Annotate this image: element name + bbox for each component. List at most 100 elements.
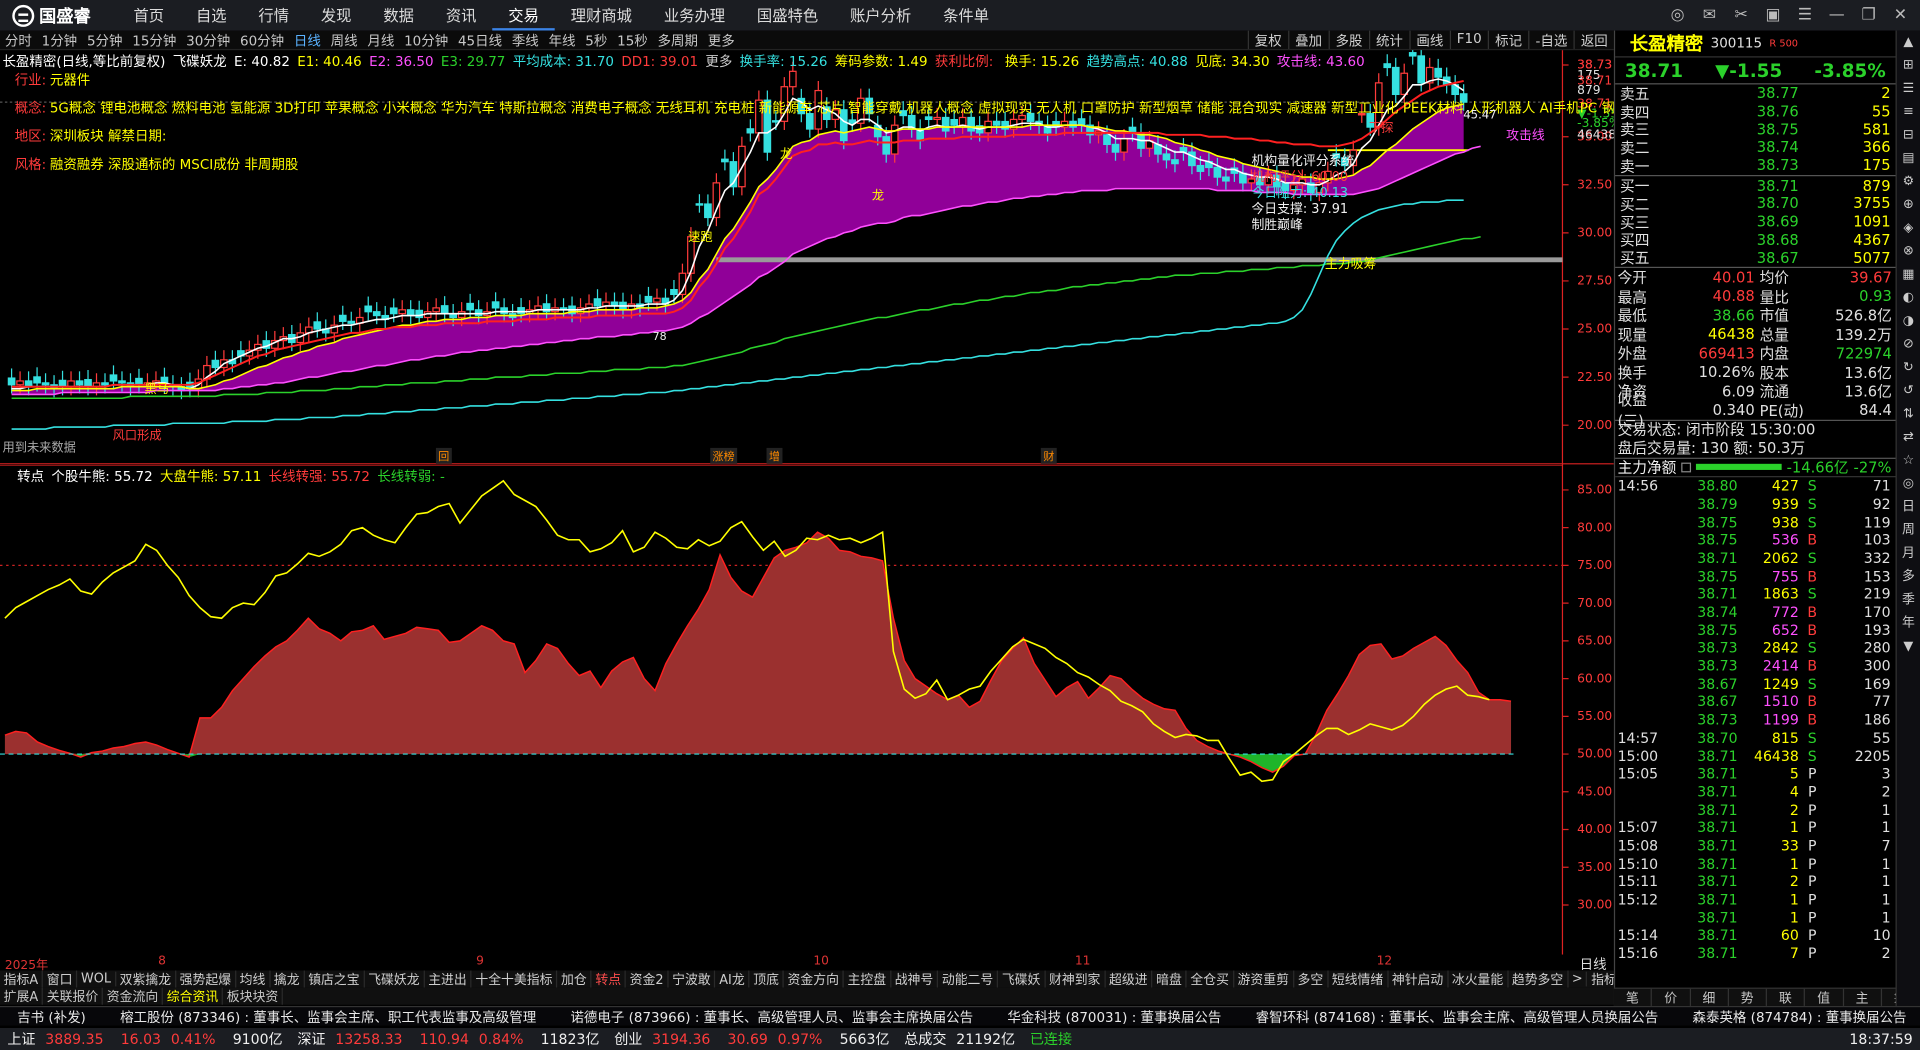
index-group[interactable]: 深证 13258.33 110.94 0.84% 11823亿 [290,1029,607,1049]
side-tool-icon[interactable]: ⊘ [1903,333,1914,356]
indicator-tab[interactable]: 游资重剪 [1234,970,1294,988]
side-tool-icon[interactable]: 日 [1902,496,1915,519]
indicator-tab[interactable]: 全仓买 [1187,970,1234,988]
indicator-tab[interactable]: 转点 [592,970,626,988]
chart-tool-button[interactable]: 标记 [1487,30,1528,49]
period-item[interactable]: 月线 [362,31,399,49]
indicator-tab[interactable]: 窗口 [43,970,78,988]
indicator-tab[interactable]: 冰火量能 [1448,970,1509,988]
app-logo[interactable]: 国盛睿 [0,3,118,27]
period-item[interactable]: 更多 [703,31,740,49]
side-tool-icon[interactable]: ▼ [1903,635,1913,658]
period-item[interactable]: 1分钟 [37,31,82,49]
indicator-tab[interactable]: 战神号 [891,970,939,988]
indicator-tab[interactable]: 多空 [1294,970,1329,988]
index-group[interactable]: 创业 3194.36 30.69 0.97% 5663亿 [607,1029,897,1049]
tick-row[interactable]: 15:08 38.71 33 P 7 [1615,837,1895,855]
order-row-buy[interactable]: 买四 38.68 4367 [1615,231,1895,249]
side-tool-icon[interactable]: ▦ [1902,263,1914,286]
tick-row[interactable]: 38.71 4 P 2 [1615,783,1895,801]
indicator-tab[interactable]: 强势起爆 [176,970,236,988]
tick-row[interactable]: 38.73 2414 B 300 [1615,657,1895,675]
tick-row[interactable]: 15:16 38.71 7 P 2 [1615,944,1895,962]
side-tool-icon[interactable]: ⇅ [1903,403,1914,426]
side-tool-icon[interactable]: 周 [1902,519,1915,542]
indicator-tab[interactable]: 短线情绪 [1328,970,1389,988]
nav-item[interactable]: 发现 [305,0,367,31]
nav-item[interactable]: 国盛特色 [741,0,834,31]
indicator-tab[interactable]: 顶底 [750,970,784,988]
period-item[interactable]: 季线 [507,31,544,49]
tick-row[interactable]: 14:57 38.70 815 S 55 [1615,729,1895,747]
indicator-tab[interactable]: 擒龙 [270,970,305,988]
side-tool-icon[interactable]: ↻ [1903,356,1914,379]
side-tool-icon[interactable]: ◎ [1903,472,1914,495]
indicator-tab[interactable]: 十全十美指标 [472,970,558,988]
period-item[interactable]: 5分钟 [82,31,127,49]
mail-icon[interactable]: ✉ [1700,6,1720,24]
nav-item[interactable]: 行情 [242,0,304,31]
period-item[interactable]: 多周期 [653,31,703,49]
period-item[interactable]: 15分钟 [127,31,181,49]
close-icon[interactable]: ✕ [1891,6,1911,24]
tick-row[interactable]: 38.75 938 S 119 [1615,513,1895,531]
quote-tab[interactable]: 势 [1729,988,1767,1006]
indicator-tab[interactable]: 资金方向 [784,970,844,988]
tick-row[interactable]: 15:10 38.71 1 P 1 [1615,855,1895,873]
chart-tool-button[interactable]: 复权 [1247,30,1287,49]
indicator-tab[interactable]: WOL [77,971,116,987]
tick-row[interactable]: 38.75 652 B 193 [1615,621,1895,639]
side-tool-icon[interactable]: 月 [1902,542,1915,565]
indicator-tab[interactable]: 飞碟妖 [998,970,1046,988]
tick-row[interactable]: 15:11 38.71 2 P 1 [1615,873,1895,891]
tick-row[interactable]: 38.74 772 B 170 [1615,603,1895,621]
order-row-sell[interactable]: 卖三 38.75 581 [1615,120,1895,139]
extension-tab[interactable]: 扩展A [0,987,44,1005]
extension-tab[interactable]: 资金流向 [103,987,164,1005]
indicator-tab[interactable]: 动能二号 [938,970,999,988]
event-marker[interactable]: 涨榜 [710,447,738,464]
indicator-tab[interactable]: 趋势多空 [1508,970,1569,988]
order-row-sell[interactable]: 卖二 38.74 366 [1615,138,1895,157]
side-tool-icon[interactable]: ☰ [1903,77,1915,100]
quote-tab[interactable]: 价 [1652,988,1691,1006]
tick-row[interactable]: 38.71 2062 S 332 [1615,549,1895,567]
tick-row[interactable]: 15:14 38.71 60 P 10 [1615,926,1895,944]
tick-row[interactable]: 38.71 1863 S 219 [1615,585,1895,603]
period-item[interactable]: 周线 [326,31,363,49]
chart-tool-button[interactable]: -自选 [1528,30,1573,49]
side-tool-icon[interactable]: ≡ [1903,100,1914,123]
indicator-tab[interactable]: 宁波敢 [668,970,716,988]
menu-icon[interactable]: ☰ [1795,6,1815,24]
chart-tool-button[interactable]: 统计 [1368,30,1409,49]
indicator-tab[interactable]: 主控盘 [844,970,892,988]
minimize-icon[interactable]: — [1827,6,1847,24]
indicator-tab[interactable]: 暗盘 [1152,970,1187,988]
quote-tab[interactable]: 值 [1805,988,1844,1006]
period-item[interactable]: 15秒 [612,31,652,49]
tick-row[interactable]: 38.73 2842 S 280 [1615,639,1895,657]
nav-item[interactable]: 条件单 [927,0,1005,31]
event-marker[interactable]: 财 [1040,447,1057,464]
indicator-svg[interactable]: 85.00 80.00 75.00 70.00 65.00 60.00 55.00 50.00… [0,464,1614,955]
indicator-tab[interactable]: > [1568,971,1588,987]
tick-row[interactable]: 38.71 1 P 1 [1615,909,1895,927]
chat-icon[interactable]: ◎ [1668,6,1688,24]
news-item[interactable]: 榕工股份 (873346) : 董事长、监事会主席、职工代表监事及高级管理 [103,1007,553,1025]
quote-tab[interactable]: 主 [1843,988,1882,1006]
side-tool-icon[interactable]: ⊟ [1903,124,1914,147]
order-row-sell[interactable]: 卖五 38.77 2 [1615,84,1895,103]
quote-tab[interactable]: 联 [1767,988,1806,1006]
order-row-buy[interactable]: 买五 38.67 5077 [1615,249,1895,267]
nav-item[interactable]: 首页 [118,0,180,31]
tick-row[interactable]: 38.75 536 B 103 [1615,531,1895,549]
side-tool-icon[interactable]: ◑ [1903,310,1914,333]
chart-tool-button[interactable]: 画线 [1409,30,1449,49]
tick-row[interactable]: 15:07 38.71 1 P 1 [1615,819,1895,837]
tick-row[interactable]: 38.79 939 S 92 [1615,495,1895,513]
side-tool-icon[interactable]: ☆ [1903,449,1915,472]
side-tool-icon[interactable]: 年 [1902,612,1915,635]
nav-item[interactable]: 业务办理 [648,0,741,31]
extension-tab[interactable]: 板块块资 [223,987,284,1005]
expand-box-icon[interactable] [1681,462,1692,473]
